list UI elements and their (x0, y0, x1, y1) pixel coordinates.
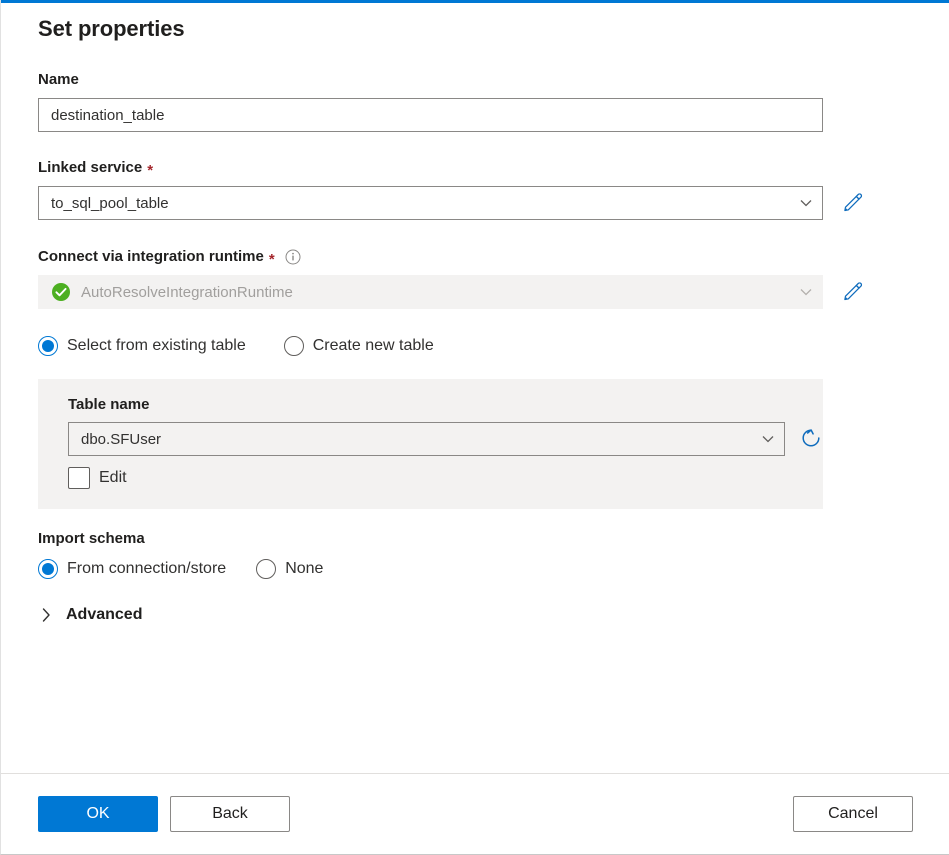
table-name-value: dbo.SFUser (81, 430, 162, 448)
table-name-label: Table name (68, 395, 823, 415)
green-check-icon (51, 282, 71, 302)
edit-linked-service-button[interactable] (841, 191, 865, 215)
radio-indicator (38, 336, 58, 356)
name-input[interactable]: destination_table (38, 98, 823, 132)
advanced-expander[interactable]: Advanced (38, 606, 949, 624)
chevron-right-icon (38, 607, 54, 623)
checkbox-indicator (68, 467, 90, 489)
import-schema-label: Import schema (38, 529, 949, 549)
name-label: Name (38, 70, 949, 90)
pencil-icon (842, 280, 864, 305)
back-button[interactable]: Back (170, 796, 290, 832)
radio-label: None (285, 560, 324, 577)
linked-service-dropdown[interactable]: to_sql_pool_table (38, 186, 823, 220)
linked-service-label: Linked service * (38, 158, 949, 178)
set-properties-dialog: Set properties Name destination_table Li… (0, 0, 949, 855)
integration-runtime-dropdown[interactable]: AutoResolveIntegrationRuntime (38, 275, 823, 309)
radio-indicator (283, 336, 304, 356)
dialog-body: Set properties Name destination_table Li… (1, 0, 949, 773)
required-asterisk: * (268, 250, 275, 268)
linked-service-label-text: Linked service (38, 159, 143, 176)
table-name-row: dbo.SFUser (68, 422, 823, 456)
ok-button[interactable]: OK (38, 796, 158, 832)
refresh-icon (800, 427, 822, 452)
name-input-value: destination_table (51, 106, 165, 124)
chevron-down-icon (760, 431, 776, 447)
edit-checkbox[interactable]: Edit (68, 467, 823, 489)
radio-none[interactable]: None (256, 559, 323, 579)
radio-create-new-table[interactable]: Create new table (283, 336, 434, 356)
radio-label: From connection/store (67, 560, 227, 577)
radio-label: Select from existing table (67, 337, 246, 354)
radio-from-connection-store[interactable]: From connection/store (38, 559, 226, 579)
radio-select-existing-table[interactable]: Select from existing table (38, 336, 246, 356)
linked-service-row: to_sql_pool_table (38, 186, 949, 220)
name-label-text: Name (38, 71, 79, 88)
integration-runtime-value: AutoResolveIntegrationRuntime (81, 283, 293, 301)
pencil-icon (842, 191, 864, 216)
integration-runtime-row: AutoResolveIntegrationRuntime (38, 275, 949, 309)
table-mode-radio-group: Select from existing table Create new ta… (38, 336, 949, 356)
refresh-table-list-button[interactable] (799, 427, 823, 451)
cancel-button[interactable]: Cancel (793, 796, 913, 832)
linked-service-value: to_sql_pool_table (51, 194, 169, 212)
edit-integration-runtime-button[interactable] (841, 280, 865, 304)
integration-runtime-label-text: Connect via integration runtime (38, 248, 264, 265)
table-name-dropdown[interactable]: dbo.SFUser (68, 422, 786, 456)
table-name-panel: Table name dbo.SFUser Edit (38, 379, 823, 509)
import-schema-radio-group: From connection/store None (38, 559, 949, 579)
info-icon[interactable] (285, 249, 301, 265)
required-asterisk: * (147, 161, 154, 179)
page-title: Set properties (38, 16, 185, 41)
chevron-down-icon (798, 284, 814, 300)
advanced-label: Advanced (66, 606, 143, 623)
import-schema-label-text: Import schema (38, 530, 145, 547)
chevron-down-icon (798, 195, 814, 211)
radio-label: Create new table (312, 337, 434, 354)
integration-runtime-label: Connect via integration runtime * (38, 247, 949, 267)
table-name-label-text: Table name (68, 396, 150, 413)
edit-checkbox-label: Edit (99, 469, 127, 486)
radio-indicator (256, 559, 277, 579)
dialog-footer: OK Back Cancel (1, 773, 949, 854)
radio-indicator (38, 559, 58, 579)
